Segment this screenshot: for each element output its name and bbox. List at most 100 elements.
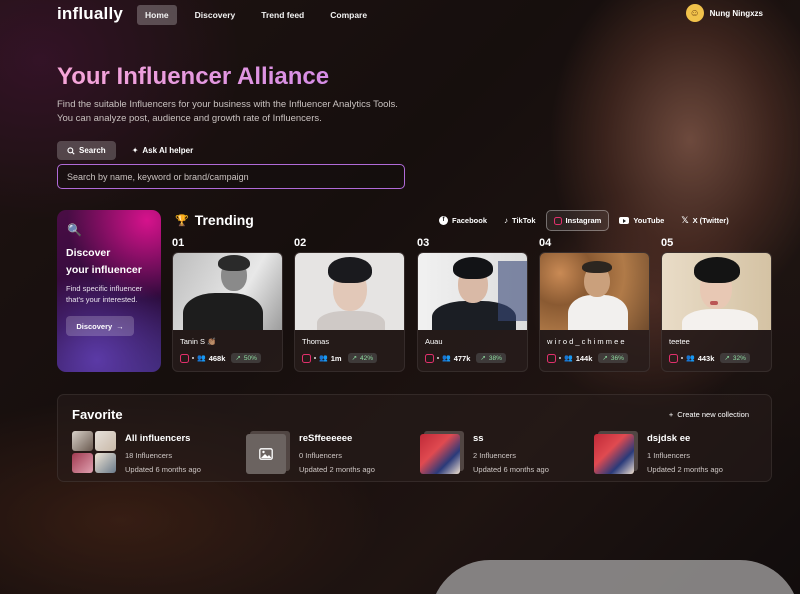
- tiktok-icon: ♪: [504, 216, 509, 225]
- collection-info: All influencers 18 Influencers Updated 6…: [125, 431, 201, 477]
- tab-instagram[interactable]: Instagram: [545, 210, 610, 231]
- tab-x-twitter[interactable]: 𝕏 X (Twitter): [674, 210, 735, 231]
- card-name: Auau: [425, 337, 443, 346]
- create-collection-label: Create new collection: [677, 410, 749, 419]
- tab-facebook[interactable]: f Facebook: [432, 211, 494, 230]
- growth-value: 36%: [610, 354, 624, 362]
- card-box: Auau 👥 477k ↗ 38%: [417, 252, 528, 372]
- growth-badge: ↗ 32%: [720, 353, 750, 363]
- discover-description: Find specific influencer that's your int…: [66, 284, 143, 304]
- collection-name: ss: [473, 433, 484, 444]
- nav-link-trend-feed[interactable]: Trend feed: [253, 5, 312, 25]
- collection-thumbnail: [246, 431, 291, 474]
- growth-value: 38%: [488, 354, 502, 362]
- trending-card[interactable]: 04 w i r o d _ c h i m m e e 👥 144k ↗ 36%: [539, 237, 650, 372]
- tab-search[interactable]: Search: [57, 141, 116, 160]
- tab-instagram-label: Instagram: [565, 216, 602, 225]
- image-placeholder-icon: [259, 448, 273, 460]
- page: influally Home Discovery Trend feed Comp…: [0, 0, 800, 594]
- followers-count: 468k: [208, 353, 226, 363]
- search-input[interactable]: Search by name, keyword or brand/campaig…: [57, 164, 405, 189]
- card-stats: 👥 468k ↗ 50%: [173, 350, 282, 366]
- separator-dot: [437, 357, 439, 359]
- discover-title: Discover your influencer: [66, 245, 142, 279]
- card-name: Tanin S 👏🏽: [180, 337, 217, 346]
- influencer-photo: [662, 253, 771, 330]
- collection-info: reSffeeeeee 0 Influencers Updated 2 mont…: [299, 431, 375, 477]
- trending-card[interactable]: 02 Thomas 👥 1m ↗ 42%: [294, 237, 405, 372]
- separator-dot: [559, 357, 561, 359]
- collection-count: 2 Influencers: [473, 451, 516, 460]
- collection-item[interactable]: reSffeeeeee 0 Influencers Updated 2 mont…: [246, 431, 375, 477]
- influencer-photo: [173, 253, 282, 330]
- collection-thumbnail: [420, 431, 465, 474]
- followers-icon: 👥: [564, 355, 573, 362]
- magnifier-icon: 🔍: [67, 223, 82, 237]
- app-logo[interactable]: influally: [57, 4, 123, 24]
- user-avatar-icon: ☺: [685, 4, 704, 22]
- collection-name: dsjdsk ee: [647, 433, 691, 444]
- nav-link-home[interactable]: Home: [137, 5, 177, 25]
- collection-item[interactable]: dsjdsk ee 1 Influencers Updated 2 months…: [594, 431, 723, 477]
- tab-tiktok-label: TikTok: [512, 216, 536, 225]
- nav-link-compare[interactable]: Compare: [322, 5, 375, 25]
- growth-badge: ↗ 36%: [598, 353, 628, 363]
- plus-icon: +: [668, 410, 674, 419]
- tab-facebook-label: Facebook: [452, 216, 488, 225]
- tab-tiktok[interactable]: ♪ TikTok: [497, 211, 542, 230]
- collection-name: All influencers: [125, 433, 191, 444]
- card-name: teetee: [669, 337, 690, 346]
- top-nav: influally Home Discovery Trend feed Comp…: [0, 0, 800, 30]
- instagram-icon: [553, 216, 562, 225]
- card-box: Thomas 👥 1m ↗ 42%: [294, 252, 405, 372]
- discover-title-line2: your influencer: [66, 264, 142, 276]
- collection-item[interactable]: ss 2 Influencers Updated 6 months ago: [420, 431, 549, 477]
- card-name: Thomas: [302, 337, 330, 346]
- trending-card[interactable]: 01 Tanin S 👏🏽 👥 468k ↗ 50%: [172, 237, 283, 372]
- collection-updated: Updated 6 months ago: [473, 465, 549, 474]
- create-collection-button[interactable]: + Create new collection: [669, 410, 749, 419]
- x-icon: 𝕏: [681, 215, 689, 225]
- followers-count: 1m: [330, 353, 342, 363]
- tab-youtube-label: YouTube: [633, 216, 665, 225]
- favorite-panel: Favorite + Create new collection All inf…: [57, 394, 772, 482]
- favorite-title: Favorite: [72, 407, 123, 422]
- nav-link-discovery[interactable]: Discovery: [187, 5, 244, 25]
- hero-title: Your Influencer Alliance: [57, 63, 330, 90]
- card-stats: 👥 443k ↗ 32%: [662, 350, 771, 366]
- discover-title-line1: Discover: [66, 247, 111, 259]
- trend-up-icon: ↗: [235, 355, 241, 362]
- influencer-photo: [295, 253, 404, 330]
- followers-icon: 👥: [442, 355, 451, 362]
- user-menu[interactable]: ☺ Nung Ningxzs: [685, 4, 763, 22]
- user-name: Nung Ningxzs: [709, 8, 763, 18]
- followers-count: 443k: [697, 353, 715, 363]
- tab-ask-ai[interactable]: ✦ Ask AI helper: [122, 141, 204, 160]
- growth-value: 42%: [360, 354, 374, 362]
- card-name: w i r o d _ c h i m m e e: [547, 337, 625, 346]
- card-rank: 03: [417, 237, 430, 249]
- trophy-icon: 🏆: [175, 214, 189, 227]
- influencer-photo: [418, 253, 527, 330]
- instagram-icon: [302, 353, 311, 363]
- tab-x-twitter-label: X (Twitter): [692, 216, 729, 225]
- card-rank: 02: [294, 237, 307, 249]
- collection-item[interactable]: All influencers 18 Influencers Updated 6…: [72, 431, 201, 477]
- card-stats: 👥 477k ↗ 38%: [418, 350, 527, 366]
- nav-links: Home Discovery Trend feed Compare: [137, 5, 385, 25]
- influencer-photo: [540, 253, 649, 330]
- trending-card[interactable]: 05 teetee 👥 443k ↗ 32%: [661, 237, 772, 372]
- trending-header: 🏆 Trending: [175, 212, 254, 228]
- collection-updated: Updated 2 months ago: [647, 465, 723, 474]
- collection-count: 18 Influencers: [125, 451, 173, 460]
- card-box: teetee 👥 443k ↗ 32%: [661, 252, 772, 372]
- trending-card[interactable]: 03 Auau 👥 477k ↗ 38%: [417, 237, 528, 372]
- growth-value: 50%: [243, 354, 257, 362]
- discovery-button[interactable]: Discovery →: [66, 316, 134, 336]
- trend-up-icon: ↗: [351, 355, 358, 362]
- tab-youtube[interactable]: YouTube: [612, 211, 671, 230]
- hero-description: Find the suitable Influencers for your b…: [57, 99, 398, 124]
- instagram-icon: [669, 353, 678, 363]
- separator-dot: [681, 357, 683, 359]
- collection-name: reSffeeeeee: [299, 433, 353, 444]
